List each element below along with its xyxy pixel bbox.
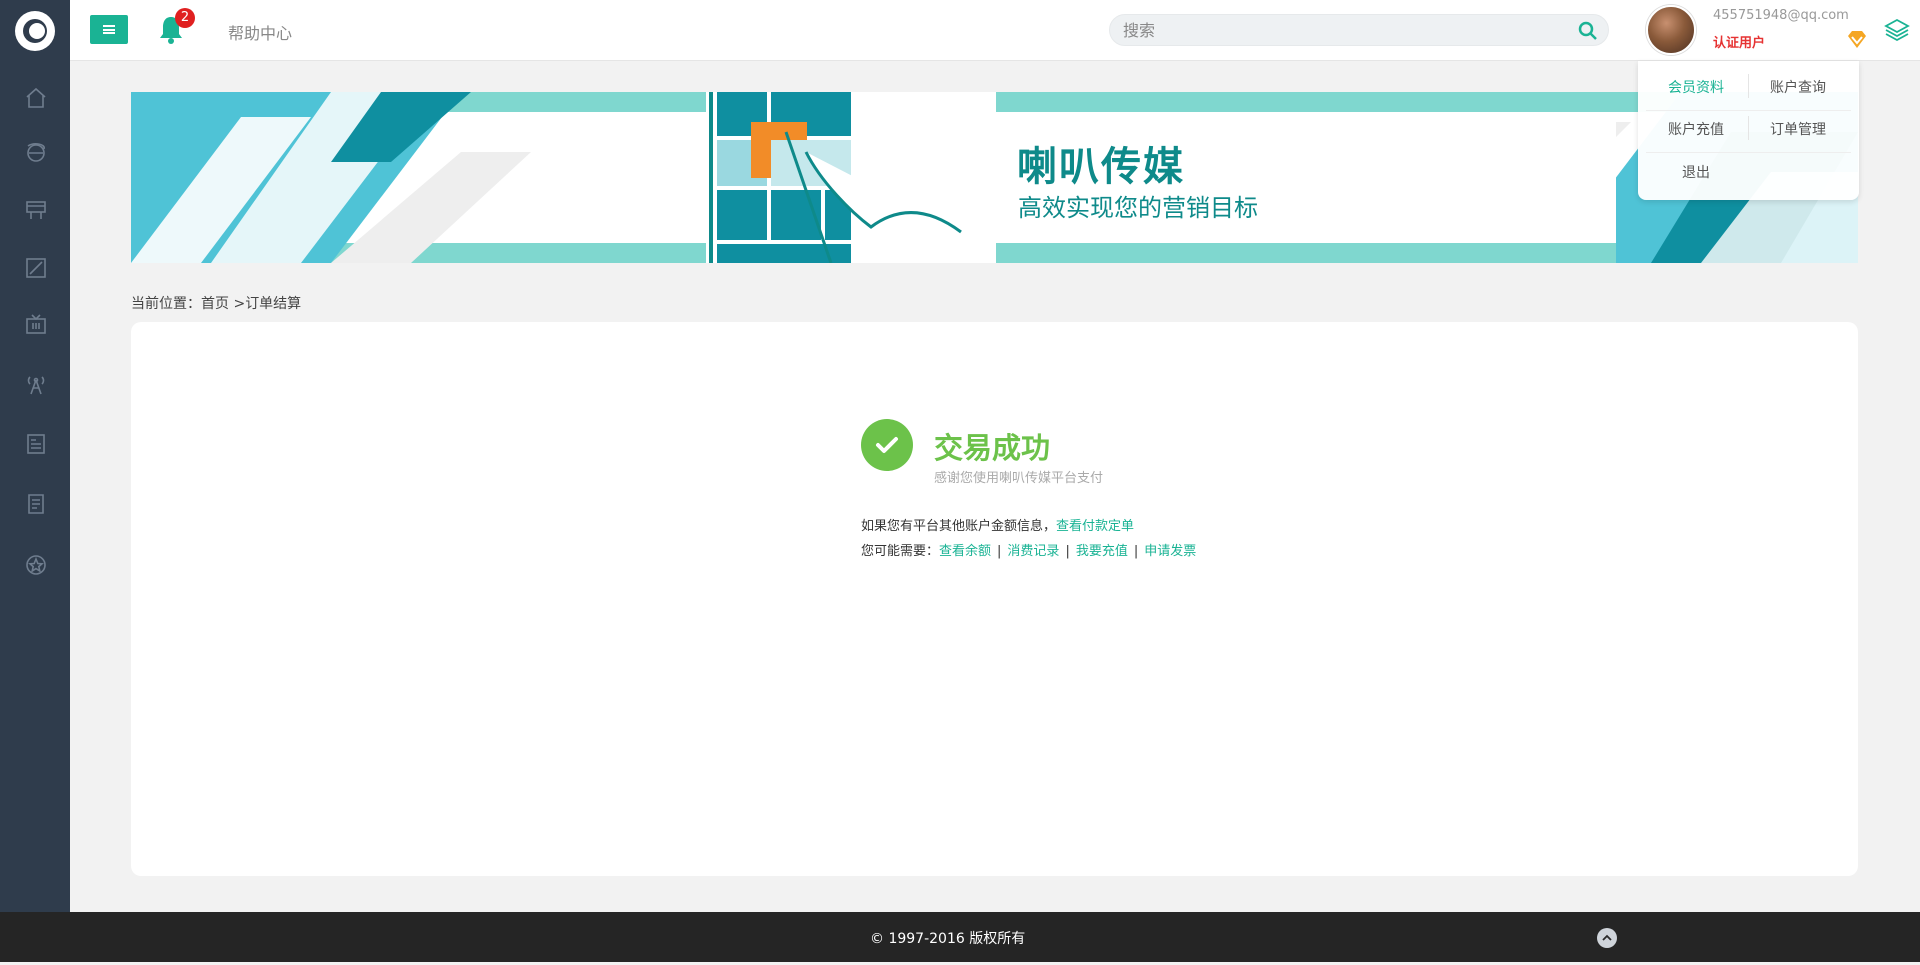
link-separator: |: [1065, 544, 1070, 559]
vip-diamond-icon: [1848, 31, 1866, 48]
breadcrumb-prefix: 当前位置：: [131, 296, 201, 312]
order-result-panel: 交易成功 感谢您使用喇叭传媒平台支付 如果您有平台其他账户金额信息，查看付款定单…: [131, 322, 1858, 876]
menu-toggle-button[interactable]: [90, 15, 128, 44]
radio-tower-icon[interactable]: [24, 372, 48, 396]
newspaper-icon[interactable]: [24, 432, 48, 456]
user-email: 455751948@qq.com: [1713, 8, 1849, 23]
menu-item-logout[interactable]: 退出: [1646, 162, 1746, 182]
search-bar: [1109, 14, 1609, 46]
back-to-top-button[interactable]: [1597, 928, 1617, 948]
promo-banner: 喇叭传媒 高效实现您的营销目标: [131, 92, 1858, 263]
view-balance-link[interactable]: 查看余额: [939, 544, 991, 559]
banner-title: 喇叭传媒: [1017, 144, 1185, 190]
banner-subtitle: 高效实现您的营销目标: [1018, 194, 1258, 222]
success-title: 交易成功: [934, 431, 1051, 465]
layers-icon[interactable]: [1884, 17, 1910, 43]
topbar: 2 帮助中心 455751948@qq.com 认证用户: [70, 0, 1920, 61]
breadcrumb-current: 订单结算: [245, 296, 302, 312]
edit-icon[interactable]: [24, 256, 48, 280]
footer: © 1997-2016 版权所有: [0, 912, 1920, 962]
link-separator: |: [997, 544, 1002, 559]
hamburger-icon: [103, 25, 115, 34]
chevron-up-icon: [1602, 934, 1612, 941]
search-icon[interactable]: [1578, 21, 1598, 41]
menu-item-recharge[interactable]: 账户充值: [1646, 119, 1746, 139]
magazine-icon[interactable]: [24, 492, 48, 516]
menu-item-account-query[interactable]: 账户查询: [1748, 77, 1848, 97]
user-role: 认证用户: [1713, 36, 1766, 51]
avatar[interactable]: [1646, 5, 1696, 55]
menu-divider: [1646, 110, 1851, 111]
copyright: © 1997-2016 版权所有: [870, 931, 1026, 947]
view-payment-order-link[interactable]: 查看付款定单: [1056, 519, 1134, 534]
sidebar: [0, 0, 70, 912]
consumption-record-link[interactable]: 消费记录: [1007, 544, 1059, 559]
success-subtitle: 感谢您使用喇叭传媒平台支付: [934, 471, 1104, 486]
link-separator: |: [1133, 544, 1139, 559]
notification-badge: 2: [175, 8, 195, 28]
menu-item-orders[interactable]: 订单管理: [1748, 119, 1848, 139]
billboard-icon[interactable]: [24, 198, 48, 222]
recharge-link[interactable]: 我要充值: [1076, 544, 1128, 559]
tv-icon[interactable]: [24, 313, 48, 337]
home-icon[interactable]: [24, 86, 48, 110]
breadcrumb-home-link[interactable]: 首页: [201, 296, 229, 312]
banner-artwork: [131, 92, 1858, 263]
user-dropdown-menu: 会员资料 账户查询 账户充值 订单管理 退出: [1638, 61, 1859, 200]
info-text: 如果您有平台其他账户金额信息，: [861, 519, 1057, 534]
internet-explorer-icon[interactable]: [24, 141, 48, 165]
info-text: 您可能需要：: [861, 544, 940, 559]
breadcrumb: 当前位置：首页 >订单结算: [131, 293, 301, 313]
breadcrumb-separator: >: [229, 296, 246, 312]
search-input[interactable]: [1110, 15, 1550, 45]
star-icon[interactable]: [24, 553, 48, 577]
menu-item-profile[interactable]: 会员资料: [1646, 77, 1746, 97]
logo[interactable]: [0, 0, 70, 61]
checkmark-icon: [861, 419, 913, 471]
request-invoice-link[interactable]: 申请发票: [1144, 544, 1196, 559]
help-center-link[interactable]: 帮助中心: [228, 20, 292, 44]
menu-divider: [1646, 152, 1851, 153]
info-line-actions: 您可能需要：查看余额 | 消费记录 | 我要充值 | 申请发票: [861, 540, 1196, 559]
info-line-payment: 如果您有平台其他账户金额信息，查看付款定单: [861, 515, 1134, 534]
logo-icon: [15, 10, 55, 51]
